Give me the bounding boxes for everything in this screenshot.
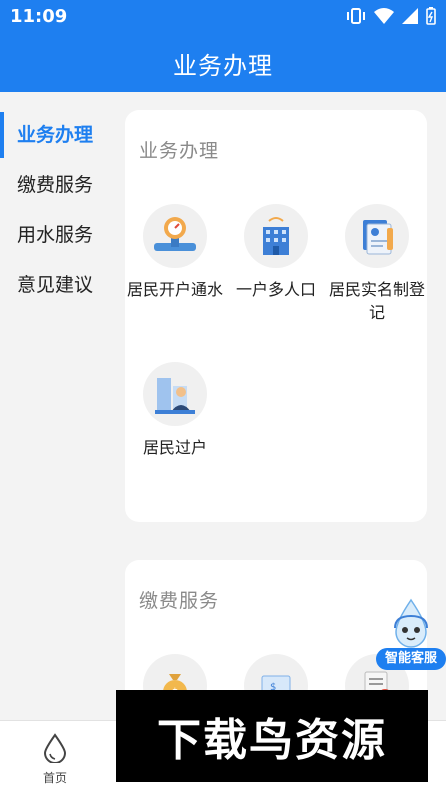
service-item-label: 居民开户通水	[126, 280, 223, 299]
sidebar-item-business[interactable]: 业务办理	[0, 110, 112, 160]
service-item-label: 一户多人口	[235, 280, 316, 299]
sidebar-item-water-service[interactable]: 用水服务	[0, 210, 112, 260]
tab-home[interactable]: 首页	[30, 733, 80, 786]
section-title: 缴费服务	[139, 590, 220, 612]
battery-icon	[426, 7, 436, 25]
service-item-label: 居民实名制登记	[328, 280, 425, 322]
smart-customer-service-button[interactable]: 智能客服	[376, 598, 446, 670]
business-section-card: 业务办理 居民开户通水 一户多人口 居民实名制登记 居民过户	[125, 110, 427, 522]
watermark-text: 下载鸟资源	[157, 715, 387, 766]
building-icon	[244, 204, 308, 268]
person-transfer-icon	[143, 362, 207, 426]
service-item-label: 居民过户	[142, 438, 207, 457]
top-bar: 11:09 业务办理	[0, 0, 446, 92]
sidebar-item-feedback[interactable]: 意见建议	[0, 260, 112, 310]
sidebar-item-payment[interactable]: 缴费服务	[0, 160, 112, 210]
service-item-open-account[interactable]: 居民开户通水	[125, 204, 225, 301]
wifi-icon	[374, 8, 394, 24]
section-title: 业务办理	[139, 140, 220, 162]
service-item-transfer[interactable]: 居民过户	[125, 362, 225, 459]
page-title: 业务办理	[173, 52, 273, 80]
water-drop-mascot-icon	[390, 598, 432, 654]
vibrate-icon	[346, 7, 366, 25]
category-sidebar: 业务办理 缴费服务 用水服务 意见建议	[0, 92, 112, 720]
id-registration-icon	[345, 204, 409, 268]
status-icons	[346, 6, 436, 26]
watermark-banner: 下载鸟资源	[116, 690, 428, 782]
status-time: 11:09	[10, 6, 68, 27]
smart-customer-service-label: 智能客服	[376, 648, 446, 670]
service-item-multi-person[interactable]: 一户多人口	[226, 204, 326, 301]
service-item-real-name[interactable]: 居民实名制登记	[327, 204, 427, 324]
water-drop-icon	[43, 733, 67, 767]
water-meter-icon	[143, 204, 207, 268]
signal-icon	[402, 8, 418, 24]
tab-home-label: 首页	[42, 771, 67, 785]
